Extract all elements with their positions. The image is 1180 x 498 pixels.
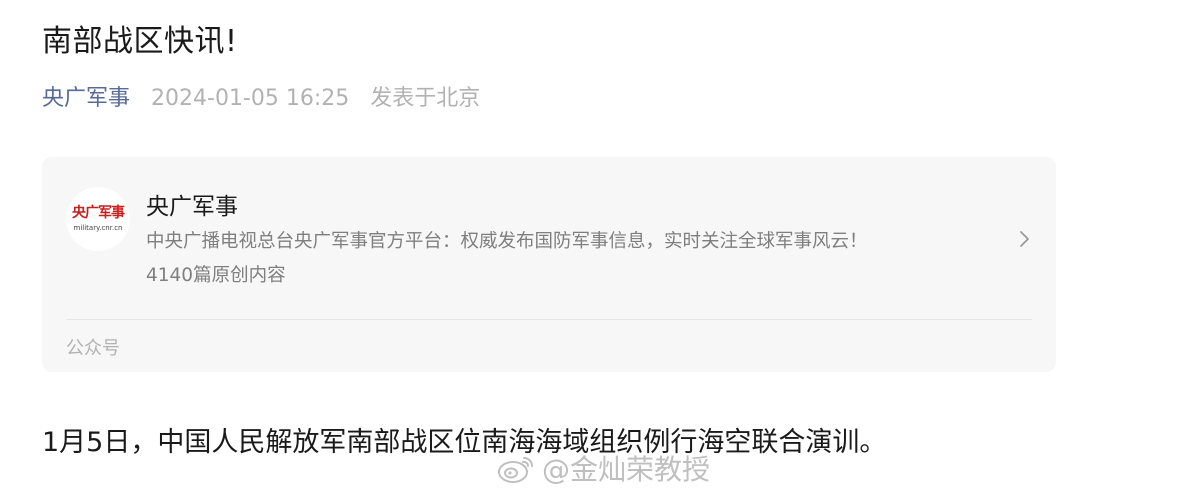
article-body-paragraph: 1月5日，中国人民解放军南部战区位南海海域组织例行海空联合演训。 <box>42 427 887 458</box>
account-type-label: 公众号 <box>66 338 120 359</box>
chevron-right-icon[interactable] <box>1014 229 1034 249</box>
avatar-logo-subtext: military.cnr.cn <box>73 224 123 232</box>
article-meta: 央广军事 2024-01-05 16:25 发表于北京 <box>42 80 480 112</box>
watermark-text: @金灿荣教授 <box>542 453 711 486</box>
card-divider <box>66 319 1032 320</box>
account-avatar: 央广军事 military.cnr.cn <box>66 187 130 251</box>
publish-location: 发表于北京 <box>370 86 481 111</box>
avatar-logo-text: 央广军事 <box>72 205 125 221</box>
account-name: 央广军事 <box>146 194 238 220</box>
publish-date: 2024-01-05 16:25 <box>151 86 350 111</box>
weibo-icon <box>498 457 533 483</box>
watermark: @金灿荣教授 <box>496 448 710 488</box>
account-description: 中央广播电视总台央广军事官方平台：权威发布国防军事信息，实时关注全球军事风云！ <box>146 231 868 252</box>
author-link[interactable]: 央广军事 <box>42 86 130 111</box>
article-title: 南部战区快讯! <box>42 24 238 59</box>
original-count: 4140篇原创内容 <box>146 265 286 286</box>
account-card[interactable]: 央广军事 military.cnr.cn 央广军事 中央广播电视总台央广军事官方… <box>42 157 1056 372</box>
